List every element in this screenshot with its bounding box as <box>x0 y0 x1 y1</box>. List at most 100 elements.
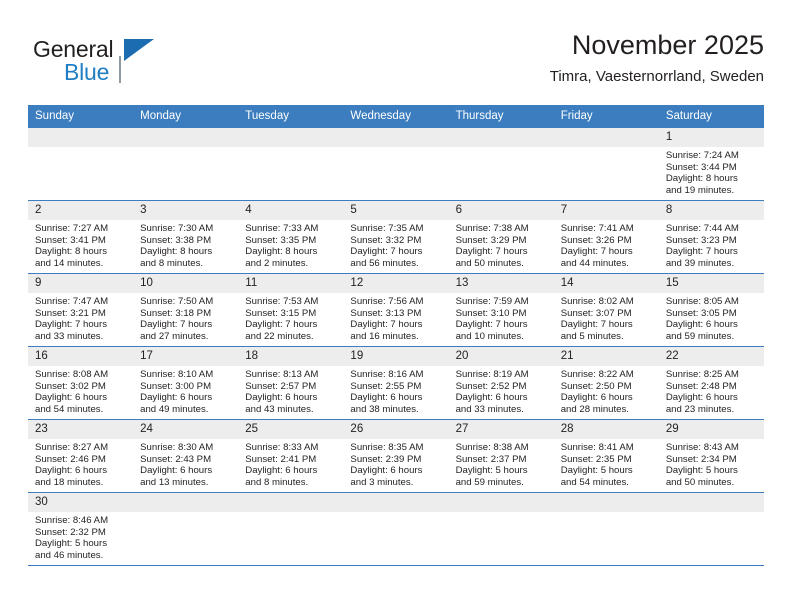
calendar-page: General Blue November 2025 Timra, Vaeste… <box>0 0 792 612</box>
calendar-day-cell[interactable]: 3 Sunrise: 7:30 AM Sunset: 3:38 PM Daylight… <box>133 200 239 274</box>
day-detail-line: Daylight: 6 hours <box>245 465 318 477</box>
day-detail-line: Sunset: 3:13 PM <box>350 307 422 319</box>
day-detail-line: Sunrise: 7:41 AM <box>560 223 634 234</box>
day-cell-inner: 9 Sunrise: 7:47 AM Sunset: 3:21 PM Daylight… <box>28 274 134 346</box>
day-detail-line: Sunrise: 8:02 AM <box>560 296 634 307</box>
calendar-day-cell[interactable]: 5 Sunrise: 7:35 AM Sunset: 3:32 PM Daylight… <box>343 200 449 274</box>
calendar-day-cell[interactable]: 12 Sunrise: 7:56 AM Sunset: 3:13 PM Dayligh… <box>343 273 449 347</box>
calendar-day-cell[interactable]: 18 Sunrise: 8:13 AM Sunset: 2:57 PM Dayligh… <box>238 346 344 420</box>
day-detail-line: Sunset: 3:10 PM <box>455 307 527 319</box>
calendar-day-cell[interactable]: 19 Sunrise: 8:16 AM Sunset: 2:55 PM Dayligh… <box>343 346 449 420</box>
calendar-day-cell-empty <box>238 492 344 566</box>
calendar-week-row: 1 Sunrise: 7:24 AM Sunset: 3:44 PM Daylight… <box>28 128 764 201</box>
day-number: 26 <box>343 420 449 439</box>
calendar-day-cell[interactable]: 24 Sunrise: 8:30 AM Sunset: 2:43 PM Dayligh… <box>133 419 239 493</box>
day-detail-line: and 14 minutes. <box>35 257 104 269</box>
day-number <box>448 128 554 147</box>
calendar-day-cell[interactable]: 30 Sunrise: 8:46 AM Sunset: 2:32 PM Dayligh… <box>28 492 134 566</box>
calendar-day-cell[interactable]: 14 Sunrise: 8:02 AM Sunset: 3:07 PM Dayligh… <box>553 273 659 347</box>
day-detail-line: Daylight: 6 hours <box>455 392 528 404</box>
day-detail-line: and 44 minutes. <box>560 257 629 269</box>
day-detail-line: Sunrise: 8:43 AM <box>665 442 739 453</box>
day-detail-line: Daylight: 6 hours <box>35 465 107 477</box>
day-detail-line: and 43 minutes. <box>245 403 314 415</box>
brand-logo[interactable]: General Blue <box>28 34 248 90</box>
calendar-day-cell[interactable]: 2 Sunrise: 7:27 AM Sunset: 3:41 PM Daylight… <box>28 200 134 274</box>
calendar-day-cell[interactable]: 1 Sunrise: 7:24 AM Sunset: 3:44 PM Daylight… <box>658 128 764 201</box>
day-detail-line: Daylight: 7 hours <box>560 319 633 331</box>
day-number: 4 <box>238 201 344 220</box>
calendar-day-cell[interactable]: 22 Sunrise: 8:25 AM Sunset: 2:48 PM Dayligh… <box>658 346 764 420</box>
day-detail-line: Sunset: 2:52 PM <box>455 380 527 392</box>
day-detail-line: Daylight: 8 hours <box>665 173 738 185</box>
day-detail-line: Sunset: 2:43 PM <box>140 453 212 465</box>
day-detail-line: Daylight: 7 hours <box>350 246 423 258</box>
day-number: 5 <box>343 201 449 220</box>
day-detail-line: Sunrise: 8:46 AM <box>35 515 109 526</box>
day-cell-inner: 23 Sunrise: 8:27 AM Sunset: 2:46 PM Dayligh… <box>28 420 134 492</box>
calendar-day-cell[interactable]: 26 Sunrise: 8:35 AM Sunset: 2:39 PM Dayligh… <box>343 419 449 493</box>
calendar-day-cell[interactable]: 9 Sunrise: 7:47 AM Sunset: 3:21 PM Daylight… <box>28 273 134 347</box>
calendar-day-cell[interactable]: 27 Sunrise: 8:38 AM Sunset: 2:37 PM Dayligh… <box>448 419 554 493</box>
day-details: Sunrise: 8:13 AM Sunset: 2:57 PM Daylight:… <box>238 366 343 415</box>
day-detail-line: Sunrise: 7:56 AM <box>350 296 424 307</box>
calendar-day-cell[interactable]: 29 Sunrise: 8:43 AM Sunset: 2:34 PM Dayligh… <box>658 419 764 493</box>
day-number: 11 <box>238 274 344 293</box>
day-detail-line: and 46 minutes. <box>35 549 104 561</box>
day-detail-line: and 13 minutes. <box>140 476 209 488</box>
calendar-day-cell[interactable]: 28 Sunrise: 8:41 AM Sunset: 2:35 PM Dayligh… <box>553 419 659 493</box>
day-number <box>238 493 344 512</box>
calendar-day-cell[interactable]: 21 Sunrise: 8:22 AM Sunset: 2:50 PM Dayligh… <box>553 346 659 420</box>
day-cell-inner: 27 Sunrise: 8:38 AM Sunset: 2:37 PM Dayligh… <box>448 420 554 492</box>
calendar-week-row: 23 Sunrise: 8:27 AM Sunset: 2:46 PM Dayligh… <box>28 419 764 493</box>
day-detail-line: Daylight: 6 hours <box>245 392 318 404</box>
calendar-day-cell[interactable]: 25 Sunrise: 8:33 AM Sunset: 2:41 PM Dayligh… <box>238 419 344 493</box>
day-cell-inner <box>343 128 449 200</box>
day-detail-line: Sunset: 3:05 PM <box>665 307 737 319</box>
day-number: 19 <box>343 347 449 366</box>
calendar-day-cell[interactable]: 10 Sunrise: 7:50 AM Sunset: 3:18 PM Dayligh… <box>133 273 239 347</box>
day-detail-line: and 8 minutes. <box>245 476 309 488</box>
day-detail-line: Daylight: 7 hours <box>455 246 528 258</box>
day-cell-inner: 16 Sunrise: 8:08 AM Sunset: 3:02 PM Dayligh… <box>28 347 134 419</box>
sunrise-sunset-calendar: Sunday Monday Tuesday Wednesday Thursday Frid… <box>28 105 764 566</box>
day-number <box>133 493 239 512</box>
day-number: 2 <box>28 201 134 220</box>
calendar-day-cell[interactable]: 16 Sunrise: 8:08 AM Sunset: 3:02 PM Dayligh… <box>28 346 134 420</box>
day-detail-line: and 33 minutes. <box>35 330 104 342</box>
day-detail-line: Daylight: 7 hours <box>455 319 528 331</box>
day-detail-line: Sunset: 3:44 PM <box>665 161 737 173</box>
day-cell-inner: 29 Sunrise: 8:43 AM Sunset: 2:34 PM Dayligh… <box>658 420 764 492</box>
day-detail-line: Daylight: 5 hours <box>455 465 528 477</box>
day-detail-line: and 18 minutes. <box>35 476 104 488</box>
day-detail-line: Sunrise: 7:33 AM <box>245 223 319 234</box>
day-cell-inner: 10 Sunrise: 7:50 AM Sunset: 3:18 PM Dayligh… <box>133 274 239 346</box>
day-cell-inner <box>448 493 554 565</box>
day-details: Sunrise: 8:02 AM Sunset: 3:07 PM Daylight:… <box>554 293 659 342</box>
general-blue-flag-icon <box>124 39 154 61</box>
day-cell-inner: 22 Sunrise: 8:25 AM Sunset: 2:48 PM Dayligh… <box>658 347 764 419</box>
day-number <box>448 493 554 512</box>
calendar-day-cell[interactable]: 4 Sunrise: 7:33 AM Sunset: 3:35 PM Daylight… <box>238 200 344 274</box>
calendar-day-cell[interactable]: 23 Sunrise: 8:27 AM Sunset: 2:46 PM Dayligh… <box>28 419 134 493</box>
calendar-day-cell[interactable]: 15 Sunrise: 8:05 AM Sunset: 3:05 PM Dayligh… <box>658 273 764 347</box>
calendar-day-cell[interactable]: 11 Sunrise: 7:53 AM Sunset: 3:15 PM Dayligh… <box>238 273 344 347</box>
day-details: Sunrise: 8:27 AM Sunset: 2:46 PM Daylight:… <box>28 439 133 488</box>
day-details: Sunrise: 7:50 AM Sunset: 3:18 PM Daylight:… <box>133 293 238 342</box>
calendar-day-cell[interactable]: 13 Sunrise: 7:59 AM Sunset: 3:10 PM Dayligh… <box>448 273 554 347</box>
day-cell-inner: 26 Sunrise: 8:35 AM Sunset: 2:39 PM Dayligh… <box>343 420 449 492</box>
weekday-header-sunday: Sunday <box>28 105 134 128</box>
calendar-day-cell[interactable]: 17 Sunrise: 8:10 AM Sunset: 3:00 PM Dayligh… <box>133 346 239 420</box>
day-details: Sunrise: 7:44 AM Sunset: 3:23 PM Daylight:… <box>659 220 764 269</box>
calendar-day-cell[interactable]: 20 Sunrise: 8:19 AM Sunset: 2:52 PM Dayligh… <box>448 346 554 420</box>
day-detail-line: Sunrise: 8:05 AM <box>665 296 739 307</box>
day-detail-line: Sunrise: 8:25 AM <box>665 369 739 380</box>
calendar-day-cell[interactable]: 6 Sunrise: 7:38 AM Sunset: 3:29 PM Daylight… <box>448 200 554 274</box>
calendar-day-cell[interactable]: 8 Sunrise: 7:44 AM Sunset: 3:23 PM Daylight… <box>658 200 764 274</box>
day-details: Sunrise: 7:38 AM Sunset: 3:29 PM Daylight:… <box>449 220 554 269</box>
day-cell-inner: 12 Sunrise: 7:56 AM Sunset: 3:13 PM Dayligh… <box>343 274 449 346</box>
day-number: 13 <box>448 274 554 293</box>
day-detail-line: and 28 minutes. <box>560 403 629 415</box>
calendar-day-cell[interactable]: 7 Sunrise: 7:41 AM Sunset: 3:26 PM Daylight… <box>553 200 659 274</box>
day-details: Sunrise: 7:30 AM Sunset: 3:38 PM Daylight:… <box>133 220 238 269</box>
